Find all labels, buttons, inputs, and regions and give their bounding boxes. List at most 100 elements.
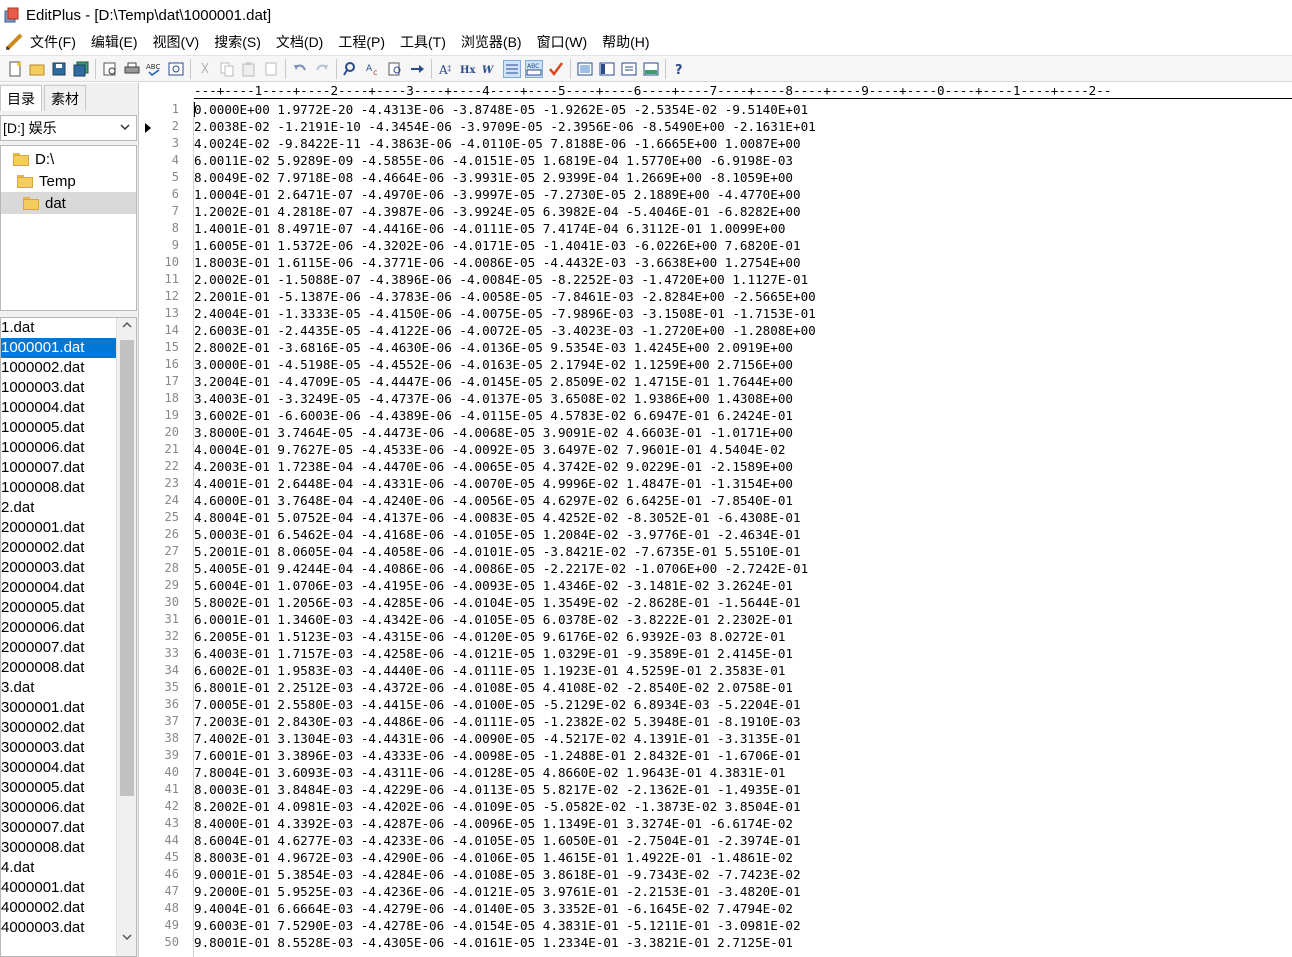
file-list-item[interactable]: 2000003.dat [1,558,117,578]
undo-icon[interactable] [291,60,309,78]
code-line[interactable]: 8.8003E-01 4.9672E-03 -4.4290E-06 -4.010… [194,849,793,866]
code-line[interactable]: 1.8003E-01 1.6115E-06 -4.3771E-06 -4.008… [194,254,801,271]
file-list-item[interactable]: 3.dat [1,678,117,698]
file-list-item[interactable]: 3000008.dat [1,838,117,858]
code-line[interactable]: 9.0001E-01 5.3854E-03 -4.4284E-06 -4.010… [194,866,801,883]
code-line[interactable]: 5.0003E-01 6.5462E-04 -4.4168E-06 -4.010… [194,526,801,543]
ruler-icon[interactable]: ABC [525,59,543,78]
drive-dropdown[interactable]: [D:] 娱乐 [0,115,137,141]
file-list-item[interactable]: 1000001.dat [1,338,117,358]
file-list-item[interactable]: 1000005.dat [1,418,117,438]
menu-help[interactable]: 帮助(H) [602,32,656,52]
code-line[interactable]: 3.6002E-01 -6.6003E-06 -4.4389E-06 -4.01… [194,407,793,424]
file-list-item[interactable]: 1000007.dat [1,458,117,478]
word-wrap-icon[interactable]: W [481,60,499,78]
code-line[interactable]: 3.0000E-01 -4.5198E-05 -4.4552E-06 -4.01… [194,356,793,373]
text-area[interactable]: 0.0000E+00 1.9772E-20 -4.4313E-06 -3.874… [194,101,1292,957]
help-icon[interactable]: ? [671,60,689,78]
file-list-item[interactable]: 3000005.dat [1,778,117,798]
code-line[interactable]: 3.2004E-01 -4.4709E-05 -4.4447E-06 -4.01… [194,373,793,390]
save-all-icon[interactable] [72,60,90,78]
cut-icon[interactable] [196,60,214,78]
delete-icon[interactable] [262,60,280,78]
code-line[interactable]: 8.2002E-01 4.0981E-03 -4.4202E-06 -4.010… [194,798,801,815]
code-line[interactable]: 0.0000E+00 1.9772E-20 -4.4313E-06 -3.874… [194,101,808,118]
code-line[interactable]: 9.4004E-01 6.6664E-03 -4.4279E-06 -4.014… [194,900,793,917]
code-line[interactable]: 2.0002E-01 -1.5088E-07 -4.3896E-06 -4.00… [194,271,808,288]
file-list-item[interactable]: 3000003.dat [1,738,117,758]
code-line[interactable]: 4.0004E-01 9.7627E-05 -4.4533E-06 -4.009… [194,441,785,458]
goto-icon[interactable] [408,60,426,78]
file-list-item[interactable]: 2000006.dat [1,618,117,638]
code-line[interactable]: 8.0049E-02 7.9718E-08 -4.4664E-06 -3.993… [194,169,793,186]
code-line[interactable]: 7.2003E-01 2.8430E-03 -4.4486E-06 -4.011… [194,713,801,730]
copy-icon[interactable] [218,60,236,78]
code-line[interactable]: 8.0003E-01 3.8484E-03 -4.4229E-06 -4.011… [194,781,801,798]
code-line[interactable]: 2.8002E-01 -3.6816E-05 -4.4630E-06 -4.01… [194,339,793,356]
file-list-item[interactable]: 1000003.dat [1,378,117,398]
open-icon[interactable] [28,60,46,78]
file-list-item[interactable]: 2000005.dat [1,598,117,618]
file-list-item[interactable]: 2000008.dat [1,658,117,678]
code-line[interactable]: 4.0024E-02 -9.8422E-11 -4.3863E-06 -4.01… [194,135,801,152]
file-list-item[interactable]: 1.dat [1,318,117,338]
menu-search[interactable]: 搜索(S) [214,32,268,52]
file-list-item[interactable]: 1000006.dat [1,438,117,458]
scroll-down-icon[interactable] [117,930,136,948]
file-list-item[interactable]: 3000004.dat [1,758,117,778]
code-line[interactable]: 7.8004E-01 3.6093E-03 -4.4311E-06 -4.012… [194,764,785,781]
font-size-icon[interactable]: A ‡ [437,60,455,78]
tree-item-drive[interactable]: D:\ [1,148,136,170]
code-line[interactable]: 9.6003E-01 7.5290E-03 -4.4278E-06 -4.015… [194,917,801,934]
file-list-item[interactable]: 3000002.dat [1,718,117,738]
file-list-item[interactable]: 4000003.dat [1,918,117,938]
code-line[interactable]: 4.6000E-01 3.7648E-04 -4.4240E-06 -4.005… [194,492,793,509]
menu-document[interactable]: 文档(D) [276,32,330,52]
file-list-item[interactable]: 4.dat [1,858,117,878]
code-line[interactable]: 6.4003E-01 1.7157E-03 -4.4258E-06 -4.012… [194,645,793,662]
cliptext-icon[interactable] [620,60,638,78]
file-list-item[interactable]: 2000001.dat [1,518,117,538]
menu-tools[interactable]: 工具(T) [400,32,453,52]
line-number-icon[interactable] [503,59,521,78]
code-line[interactable]: 4.4001E-01 2.6448E-04 -4.4331E-06 -4.007… [194,475,793,492]
code-line[interactable]: 6.2005E-01 1.5123E-03 -4.4315E-06 -4.012… [194,628,785,645]
file-list-item[interactable]: 4000002.dat [1,898,117,918]
menu-browser[interactable]: 浏览器(B) [461,32,529,52]
code-line[interactable]: 6.8001E-01 2.2512E-03 -4.4372E-06 -4.010… [194,679,793,696]
code-line[interactable]: 9.2000E-01 5.9525E-03 -4.4236E-06 -4.012… [194,883,801,900]
tree-item-dat[interactable]: dat [1,192,136,214]
save-icon[interactable] [50,60,68,78]
code-line[interactable]: 5.2001E-01 8.0605E-04 -4.4058E-06 -4.010… [194,543,801,560]
file-list-item[interactable]: 2000004.dat [1,578,117,598]
file-list-item[interactable]: 3000006.dat [1,798,117,818]
full-screen-icon[interactable] [576,60,594,78]
browser-icon[interactable] [167,60,185,78]
code-line[interactable]: 7.0005E-01 2.5580E-03 -4.4415E-06 -4.010… [194,696,801,713]
code-line[interactable]: 3.8000E-01 3.7464E-05 -4.4473E-06 -4.006… [194,424,793,441]
output-icon[interactable] [642,60,660,78]
tree-item-temp[interactable]: Temp [1,170,136,192]
file-list-item[interactable]: 4000001.dat [1,878,117,898]
code-line[interactable]: 3.4003E-01 -3.3249E-05 -4.4737E-06 -4.01… [194,390,793,407]
code-line[interactable]: 8.6004E-01 4.6277E-03 -4.4233E-06 -4.010… [194,832,801,849]
hex-icon[interactable]: Hx [459,60,477,78]
file-list-item[interactable]: 3000001.dat [1,698,117,718]
code-line[interactable]: 1.6005E-01 1.5372E-06 -4.3202E-06 -4.017… [194,237,801,254]
menu-file[interactable]: 文件(F) [30,32,83,52]
scrollbar-thumb[interactable] [120,340,134,796]
redo-icon[interactable] [313,60,331,78]
file-list-scrollbar[interactable] [116,318,136,956]
file-list-item[interactable]: 1000008.dat [1,478,117,498]
tab-directory[interactable]: 目录 [0,85,42,111]
code-line[interactable]: 7.6001E-01 3.3896E-03 -4.4333E-06 -4.009… [194,747,801,764]
menu-view[interactable]: 视图(V) [153,32,207,52]
check-icon[interactable] [547,60,565,78]
code-line[interactable]: 8.4000E-01 4.3392E-03 -4.4287E-06 -4.009… [194,815,793,832]
code-line[interactable]: 2.4004E-01 -1.3333E-05 -4.4150E-06 -4.00… [194,305,816,322]
file-list-item[interactable]: 3000007.dat [1,818,117,838]
code-line[interactable]: 5.8002E-01 1.2056E-03 -4.4285E-06 -4.010… [194,594,801,611]
code-line[interactable]: 1.0004E-01 2.6471E-07 -4.4970E-06 -3.999… [194,186,801,203]
find-in-files-icon[interactable] [386,60,404,78]
replace-icon[interactable]: Ac [364,60,382,78]
